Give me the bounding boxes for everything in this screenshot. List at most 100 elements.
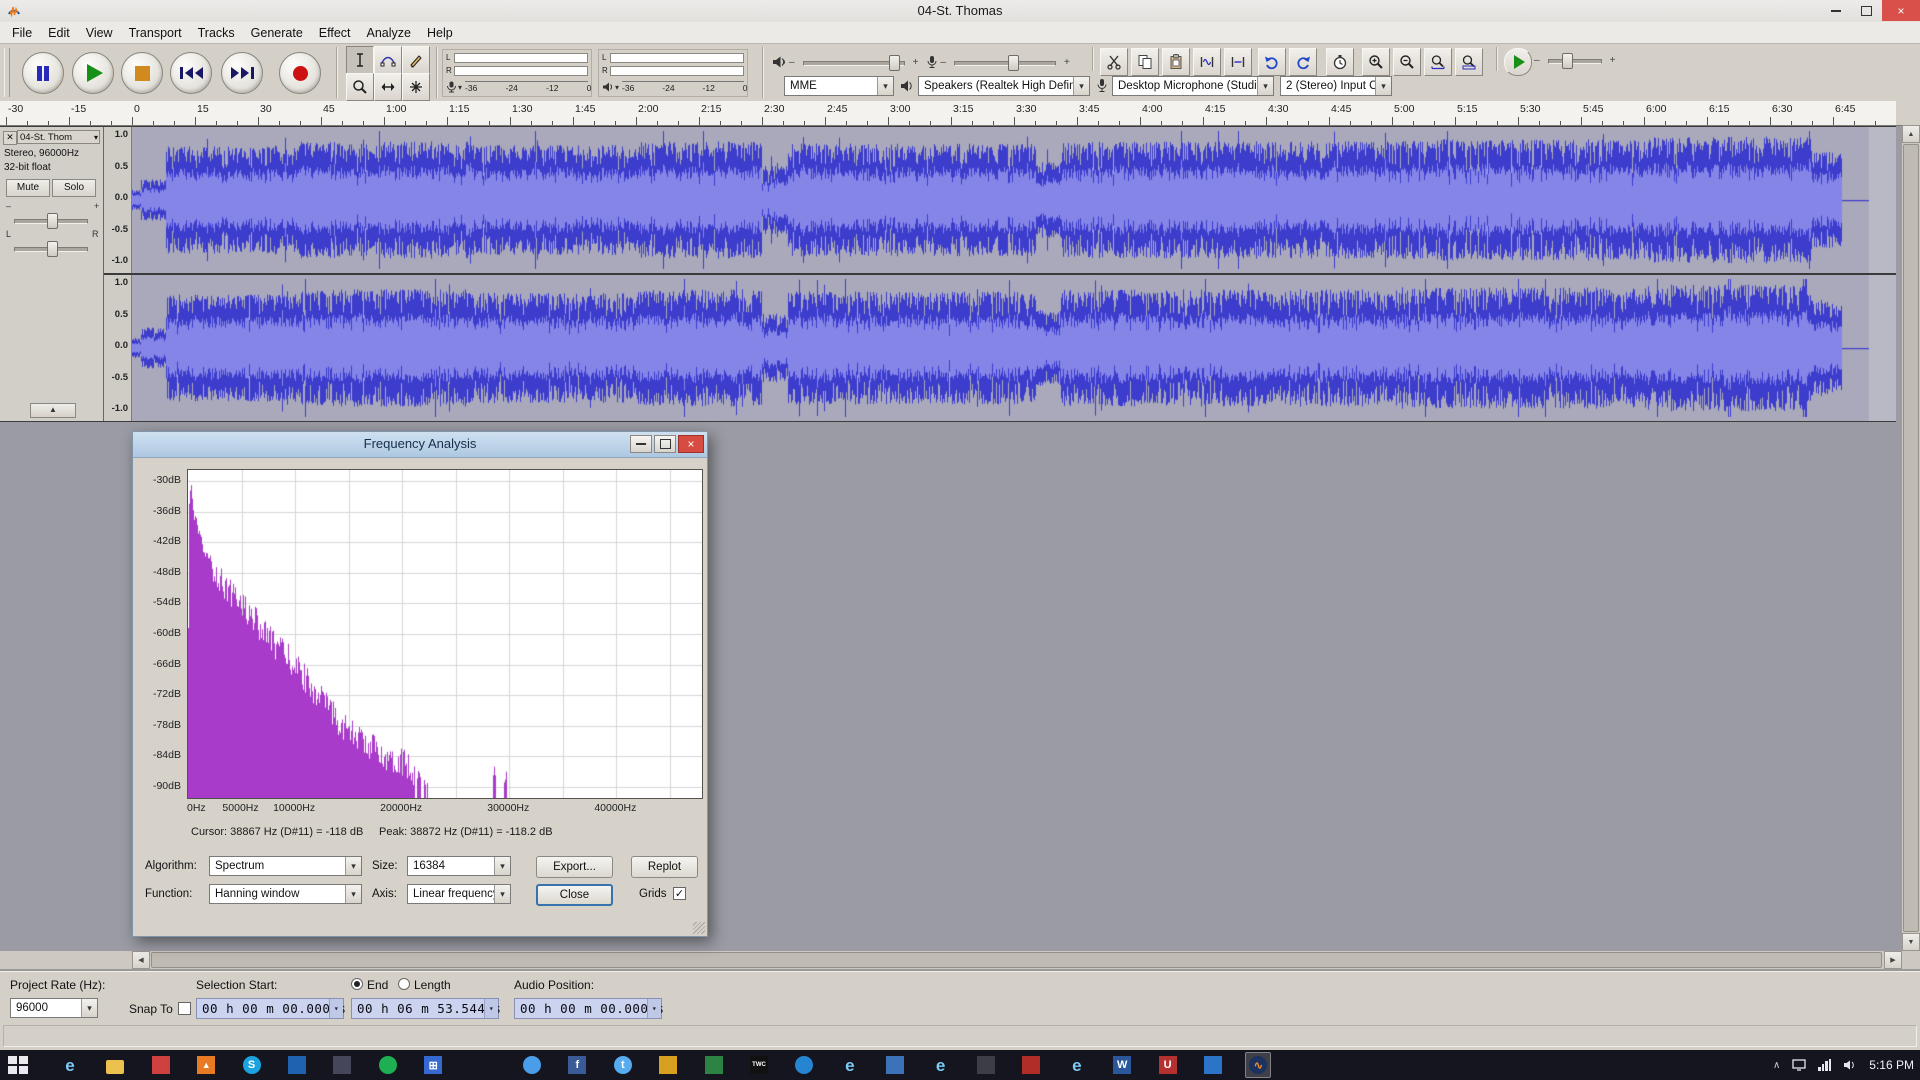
- dialog-resize-grip[interactable]: [693, 922, 705, 934]
- taskbar-icon-utorrent[interactable]: U: [1155, 1052, 1181, 1078]
- taskbar-icon-messaging-app[interactable]: [1200, 1052, 1226, 1078]
- playback-device-select[interactable]: Speakers (Realtek High Definit▾: [918, 76, 1090, 96]
- menu-tracks[interactable]: Tracks: [190, 24, 243, 42]
- project-rate-select[interactable]: 96000▾: [10, 998, 98, 1018]
- playback-volume-slider[interactable]: [795, 53, 913, 71]
- maximize-button[interactable]: [1851, 0, 1882, 21]
- trim-audio-button[interactable]: [1193, 48, 1221, 76]
- taskbar-icon-spotify[interactable]: [375, 1052, 401, 1078]
- menu-transport[interactable]: Transport: [121, 24, 190, 42]
- grids-checkbox[interactable]: ✓: [673, 887, 686, 900]
- end-radio[interactable]: [351, 978, 363, 990]
- taskbar-icon-ie-window-4[interactable]: e: [1064, 1052, 1090, 1078]
- replot-button[interactable]: Replot: [631, 856, 698, 878]
- undo-button[interactable]: [1258, 48, 1286, 76]
- taskbar-icon-word[interactable]: W: [1109, 1052, 1135, 1078]
- menu-view[interactable]: View: [78, 24, 121, 42]
- recording-volume-slider[interactable]: [946, 53, 1064, 71]
- scroll-up-arrow[interactable]: ▲: [1902, 125, 1920, 143]
- close-button-dialog[interactable]: Close: [536, 884, 613, 906]
- pan-slider[interactable]: [6, 239, 96, 255]
- taskbar-icon-settings-app[interactable]: [329, 1052, 355, 1078]
- pause-button[interactable]: [22, 52, 64, 94]
- track-name-menu[interactable]: ▾04-St. Thom: [17, 130, 100, 144]
- scroll-down-arrow[interactable]: ▼: [1902, 933, 1920, 951]
- skip-to-start-button[interactable]: [170, 52, 212, 94]
- menu-help[interactable]: Help: [419, 24, 461, 42]
- dialog-maximize-button[interactable]: [654, 435, 676, 453]
- start-button[interactable]: [8, 1055, 34, 1075]
- audio-position-field[interactable]: 00 h 00 m 00.000 s▾: [514, 998, 662, 1019]
- record-button[interactable]: [279, 52, 321, 94]
- tray-network-icon[interactable]: [1818, 1059, 1831, 1071]
- menu-effect[interactable]: Effect: [311, 24, 359, 42]
- audio-host-select[interactable]: MME▾: [784, 76, 894, 96]
- minimize-button[interactable]: [1820, 0, 1851, 21]
- gain-slider[interactable]: [6, 211, 96, 227]
- recording-channels-select[interactable]: 2 (Stereo) Input C▾: [1280, 76, 1392, 96]
- taskbar-icon-twitter[interactable]: t: [610, 1052, 636, 1078]
- envelope-tool-button[interactable]: [374, 46, 402, 74]
- recording-device-select[interactable]: Desktop Microphone (Studio -▾: [1112, 76, 1274, 96]
- size-select[interactable]: 16384▾: [407, 856, 511, 876]
- recording-meter[interactable]: L R ▾ -36-24-120: [442, 49, 592, 97]
- playback-meter[interactable]: L R ▾ -36-24-120: [598, 49, 748, 97]
- axis-select[interactable]: Linear frequency▾: [407, 884, 511, 904]
- tray-chevron-icon[interactable]: ∧: [1773, 1060, 1780, 1071]
- multi-tool-button[interactable]: [402, 73, 430, 101]
- tray-volume-icon[interactable]: [1843, 1059, 1857, 1071]
- draw-tool-button[interactable]: [402, 46, 430, 74]
- menu-generate[interactable]: Generate: [243, 24, 311, 42]
- taskbar-icon-audacity[interactable]: ∿: [1245, 1052, 1271, 1078]
- horizontal-scroll-thumb[interactable]: [151, 952, 1882, 968]
- stop-button[interactable]: [121, 52, 163, 94]
- scroll-left-arrow[interactable]: ◀: [132, 951, 150, 969]
- track-close-button[interactable]: ✕: [3, 131, 17, 145]
- taskbar-icon-ie-window-2[interactable]: e: [837, 1052, 863, 1078]
- snap-to-checkbox[interactable]: [178, 1002, 191, 1015]
- function-select[interactable]: Hanning window▾: [209, 884, 362, 904]
- taskbar-icon-amber-app[interactable]: [655, 1052, 681, 1078]
- vertical-scrollbar[interactable]: ▲ ▼: [1902, 125, 1920, 951]
- dialog-title-bar[interactable]: Frequency Analysis ×: [133, 432, 707, 458]
- redo-button[interactable]: [1289, 48, 1317, 76]
- menu-analyze[interactable]: Analyze: [359, 24, 419, 42]
- title-bar[interactable]: 04-St. Thomas ×: [0, 0, 1920, 23]
- selection-end-field[interactable]: 00 h 06 m 53.544 s▾: [351, 998, 499, 1019]
- tray-pc-icon[interactable]: [1792, 1059, 1806, 1071]
- paste-button[interactable]: [1162, 48, 1190, 76]
- vertical-scale-left-channel[interactable]: 1.00.50.0-0.5-1.0: [104, 127, 132, 273]
- silence-audio-button[interactable]: [1224, 48, 1252, 76]
- taskbar-icon-file-explorer[interactable]: [102, 1052, 128, 1078]
- fit-selection-button[interactable]: [1424, 48, 1452, 76]
- taskbar-icon-skype[interactable]: S: [239, 1052, 265, 1078]
- taskbar-icon-onedrive[interactable]: [284, 1052, 310, 1078]
- taskbar-icon-ie-window-3[interactable]: e: [928, 1052, 954, 1078]
- taskbar-icon-media-app[interactable]: [148, 1052, 174, 1078]
- waveform-channel-left[interactable]: [132, 127, 1896, 273]
- sync-lock-button[interactable]: [1326, 48, 1354, 76]
- zoom-in-button[interactable]: [1362, 48, 1390, 76]
- zoom-out-button[interactable]: [1393, 48, 1421, 76]
- taskbar-clock[interactable]: 5:16 PM: [1869, 1058, 1914, 1072]
- cut-button[interactable]: [1100, 48, 1128, 76]
- solo-button[interactable]: Solo: [52, 179, 96, 197]
- dialog-close-x-button[interactable]: ×: [678, 435, 704, 453]
- mute-button[interactable]: Mute: [6, 179, 50, 197]
- play-at-speed-button[interactable]: [1504, 48, 1532, 76]
- skip-to-end-button[interactable]: [221, 52, 263, 94]
- taskbar-icon-vlc[interactable]: ▲: [193, 1052, 219, 1078]
- copy-button[interactable]: [1131, 48, 1159, 76]
- taskbar-icon-windows-store[interactable]: ⊞: [420, 1052, 446, 1078]
- length-radio[interactable]: [398, 978, 410, 990]
- track-collapse-button[interactable]: ▲: [30, 403, 76, 418]
- taskbar-icon-ie[interactable]: e: [57, 1052, 83, 1078]
- vertical-scale-right-channel[interactable]: 1.00.50.0-0.5-1.0: [104, 275, 132, 421]
- taskbar-icon-chrome[interactable]: [519, 1052, 545, 1078]
- spectrum-plot[interactable]: [187, 469, 703, 799]
- vertical-scroll-thumb[interactable]: [1903, 144, 1919, 932]
- meter-dropdown-icon[interactable]: ▾: [458, 83, 462, 92]
- waveform-channel-right[interactable]: [132, 275, 1896, 421]
- timeline-ruler[interactable]: -30-1501530451:001:151:301:452:002:152:3…: [0, 101, 1920, 126]
- menu-file[interactable]: File: [4, 24, 40, 42]
